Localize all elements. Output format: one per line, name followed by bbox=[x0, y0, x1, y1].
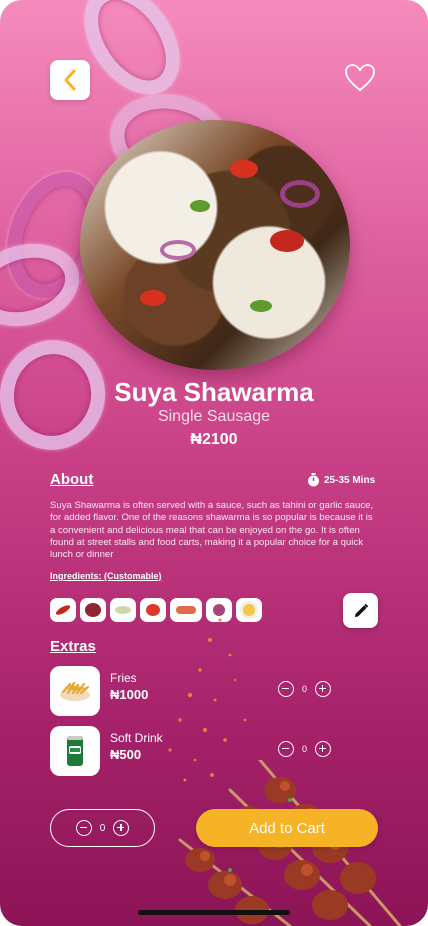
plus-icon[interactable] bbox=[113, 820, 130, 836]
home-indicator bbox=[138, 910, 290, 915]
ingredient-egg[interactable] bbox=[236, 598, 262, 622]
onion-icon bbox=[213, 604, 225, 616]
fries-quantity-stepper: 0 bbox=[278, 681, 332, 697]
minus-icon[interactable] bbox=[278, 741, 294, 757]
tomato-icon bbox=[146, 604, 160, 616]
minus-icon[interactable] bbox=[278, 681, 294, 697]
pencil-icon bbox=[354, 603, 368, 617]
plus-icon[interactable] bbox=[315, 681, 332, 697]
plus-icon[interactable] bbox=[315, 741, 332, 757]
chili-icon bbox=[54, 603, 72, 617]
ingredient-onion[interactable] bbox=[206, 598, 232, 622]
about-description: Suya Shawarma is often served with a sau… bbox=[50, 500, 374, 561]
fries-thumbnail bbox=[50, 666, 100, 716]
add-to-cart-button[interactable]: Add to Cart bbox=[196, 809, 378, 847]
edit-ingredients-button[interactable] bbox=[343, 593, 378, 628]
ingredient-chili[interactable] bbox=[50, 598, 76, 622]
fries-quantity: 0 bbox=[302, 684, 308, 694]
extra-name: Soft Drink bbox=[110, 731, 163, 745]
product-variant: Single Sausage bbox=[157, 408, 271, 425]
sausage-icon bbox=[176, 606, 196, 614]
ingredients-list bbox=[50, 598, 262, 622]
soft-drink-quantity: 0 bbox=[302, 744, 308, 754]
shawarma-image bbox=[80, 120, 350, 370]
ingredient-sausage[interactable] bbox=[170, 598, 202, 622]
egg-icon bbox=[243, 604, 255, 616]
about-heading: About bbox=[50, 471, 94, 488]
soft-drink-thumbnail bbox=[50, 726, 100, 776]
prep-time: 25-35 Mins bbox=[307, 473, 375, 487]
extra-price: ₦500 bbox=[110, 747, 142, 762]
soft-drink-quantity-stepper: 0 bbox=[278, 741, 332, 757]
main-quantity: 0 bbox=[99, 822, 106, 834]
chevron-left-icon bbox=[64, 69, 76, 91]
prep-time-text: 25-35 Mins bbox=[324, 474, 376, 486]
minus-icon[interactable] bbox=[75, 820, 92, 836]
product-name: Suya Shawarma bbox=[114, 377, 314, 407]
extra-name: Fries bbox=[110, 671, 137, 685]
product-detail-screen: Suya Shawarma Single Sausage ₦2100 About… bbox=[0, 0, 428, 926]
ingredient-cabbage[interactable] bbox=[110, 598, 136, 622]
back-button[interactable] bbox=[50, 60, 90, 100]
extra-price: ₦1000 bbox=[110, 687, 149, 702]
favorite-heart-icon[interactable] bbox=[344, 62, 376, 94]
extras-heading: Extras bbox=[50, 638, 96, 655]
ingredient-tomato[interactable] bbox=[140, 598, 166, 622]
fries-icon bbox=[60, 681, 90, 701]
ingredients-heading: Ingredients: (Customable) bbox=[50, 571, 162, 581]
cabbage-icon bbox=[115, 606, 131, 614]
main-quantity-stepper: 0 bbox=[50, 809, 155, 847]
product-price: ₦2100 bbox=[190, 431, 238, 448]
soda-can-icon bbox=[67, 736, 83, 766]
extra-item-fries: Fries ₦1000 0 bbox=[50, 666, 380, 718]
meat-icon bbox=[85, 603, 101, 617]
ingredient-meat[interactable] bbox=[80, 598, 106, 622]
extra-item-soft-drink: Soft Drink ₦500 0 bbox=[50, 726, 380, 778]
stopwatch-icon bbox=[308, 473, 319, 487]
